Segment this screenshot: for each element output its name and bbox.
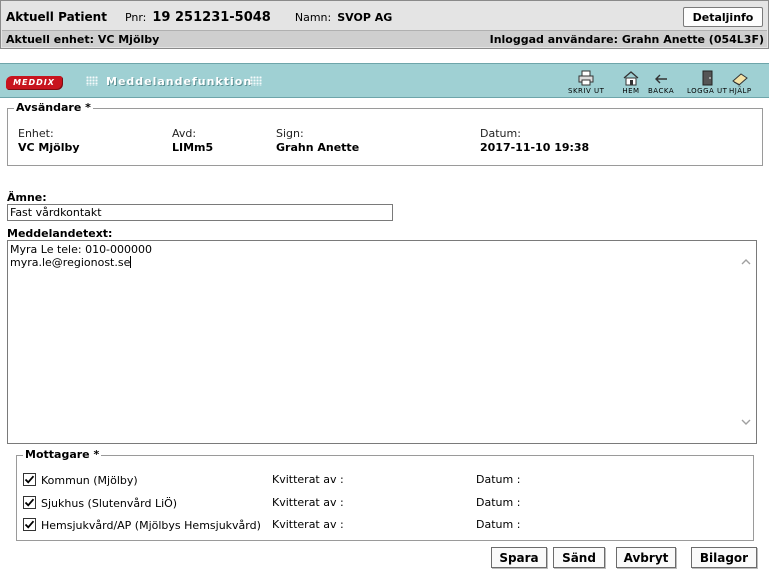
kvitterat-label: Kvitterat av :: [272, 518, 344, 531]
logout-label: LOGGA UT: [687, 87, 728, 95]
sender-sign-label: Sign:: [276, 127, 304, 140]
subject-label: Ämne:: [7, 191, 47, 204]
name-label: Namn:: [294, 11, 332, 24]
scroll-up-icon[interactable]: [740, 257, 752, 267]
name-value: SVOP AG: [337, 11, 393, 24]
attachments-button[interactable]: Bilagor: [691, 547, 757, 568]
pnr-label: Pnr:: [124, 11, 147, 24]
help-label: HJÄLP: [729, 87, 752, 95]
recipients-group: Mottagare * Kommun (Mjölby) Kvitterat av…: [16, 448, 754, 541]
app-toolbar: MEDDIX Meddelandefunktion SKRIV UT HEM B…: [0, 63, 769, 98]
logout-door-icon: [702, 70, 713, 86]
sender-legend: Avsändare *: [14, 101, 93, 114]
home-label: HEM: [622, 87, 640, 95]
logged-in-user: Inloggad användare: Grahn Anette (054L3F…: [489, 33, 764, 46]
toolbar-title: Meddelandefunktion: [106, 75, 253, 88]
sender-unit-label: Enhet:: [18, 127, 54, 140]
save-button[interactable]: Spara: [491, 547, 547, 568]
subject-input[interactable]: [7, 204, 393, 221]
recipients-legend: Mottagare *: [23, 448, 102, 461]
home-button[interactable]: HEM: [622, 70, 640, 98]
recipient-name: Hemsjukvård/AP (Mjölbys Hemsjukvård): [41, 519, 261, 532]
cancel-button[interactable]: Avbryt: [616, 547, 676, 568]
sender-department-value: LIMm5: [172, 141, 214, 154]
recipient-date-label: Datum :: [476, 473, 521, 486]
kvitterat-label: Kvitterat av :: [272, 496, 344, 509]
detail-info-button[interactable]: Detaljinfo: [683, 7, 763, 27]
help-book-icon: [732, 73, 749, 86]
recipient-checkbox[interactable]: [23, 473, 36, 486]
checkmark-icon: [24, 475, 35, 484]
unit-bar: Aktuell enhet: VC Mjölby Inloggad använd…: [2, 30, 767, 47]
sender-sign: Sign: Grahn Anette: [276, 127, 359, 154]
send-button[interactable]: Sänd: [553, 547, 605, 568]
back-arrow-icon: [655, 74, 668, 84]
kvitterat-label: Kvitterat av :: [272, 473, 344, 486]
recipient-checkbox[interactable]: [23, 518, 36, 531]
recipient-name: Sjukhus (Slutenvård LiÖ): [41, 497, 178, 510]
recipient-name: Kommun (Mjölby): [41, 474, 138, 487]
logout-button[interactable]: LOGGA UT: [687, 70, 727, 98]
recipient-checkbox[interactable]: [23, 496, 36, 509]
sender-unit-value: VC Mjölby: [18, 141, 80, 154]
checkmark-icon: [24, 498, 35, 507]
patient-info-row: Aktuell Patient Pnr: 19 251231-5048 Namn…: [6, 10, 392, 26]
message-line: myra.le@regionost.se: [10, 256, 131, 269]
sender-group: Avsändare * Enhet: VC Mjölby Avd: LIMm5 …: [7, 101, 763, 166]
sender-unit: Enhet: VC Mjölby: [18, 127, 80, 154]
help-button[interactable]: HJÄLP: [729, 70, 752, 98]
text-caret: [130, 256, 132, 268]
sender-department: Avd: LIMm5: [172, 127, 213, 154]
back-label: BACKA: [648, 87, 675, 95]
message-line: Myra Le tele: 010-000000: [10, 243, 153, 256]
dots-decoration: [250, 76, 262, 86]
meddix-logo: MEDDIX: [6, 76, 62, 89]
sender-department-label: Avd:: [172, 127, 197, 140]
patient-title: Aktuell Patient: [6, 10, 107, 24]
sender-date-label: Datum:: [480, 127, 521, 140]
printer-icon: [578, 70, 594, 86]
patient-header: Aktuell Patient Pnr: 19 251231-5048 Namn…: [0, 0, 769, 49]
print-button[interactable]: SKRIV UT: [568, 70, 604, 98]
pnr-value: 19 251231-5048: [152, 10, 271, 25]
sender-date-value: 2017-11-10 19:38: [480, 141, 590, 154]
scroll-down-icon[interactable]: [740, 417, 752, 427]
current-unit: Aktuell enhet: VC Mjölby: [6, 33, 160, 46]
print-label: SKRIV UT: [568, 87, 605, 95]
back-button[interactable]: BACKA: [648, 70, 674, 98]
sender-sign-value: Grahn Anette: [276, 141, 360, 154]
message-label: Meddelandetext:: [7, 227, 113, 240]
dots-decoration: [86, 76, 98, 86]
message-text: Myra Le tele: 010-000000 myra.le@regiono…: [10, 243, 152, 269]
checkmark-icon: [24, 520, 35, 529]
sender-date: Datum: 2017-11-10 19:38: [480, 127, 589, 154]
home-icon: [623, 71, 639, 86]
message-textarea[interactable]: Myra Le tele: 010-000000 myra.le@regiono…: [7, 240, 757, 444]
recipient-date-label: Datum :: [476, 518, 521, 531]
recipient-date-label: Datum :: [476, 496, 521, 509]
